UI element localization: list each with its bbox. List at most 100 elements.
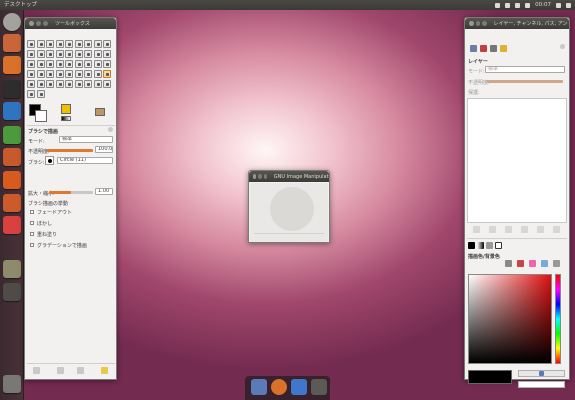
toolbox-titlebar[interactable]: ツールボックス bbox=[25, 18, 116, 29]
opacity-value[interactable]: 100.0 bbox=[95, 146, 113, 153]
minimize-button[interactable] bbox=[36, 21, 41, 26]
tool-button[interactable] bbox=[84, 70, 92, 78]
dash-home-icon[interactable] bbox=[3, 13, 21, 31]
tool-button[interactable] bbox=[27, 60, 35, 68]
tool-button[interactable] bbox=[27, 50, 35, 58]
minimize-button[interactable] bbox=[475, 21, 480, 26]
color-tab-fg[interactable] bbox=[468, 242, 475, 249]
tool-button[interactable] bbox=[103, 40, 111, 48]
settings-icon[interactable] bbox=[3, 216, 21, 234]
save-options-icon[interactable] bbox=[33, 367, 40, 374]
layer-mode-select[interactable]: 標準 bbox=[485, 66, 565, 73]
volume-icon[interactable] bbox=[525, 2, 531, 8]
tool-button[interactable] bbox=[36, 80, 45, 88]
gradient-swatch[interactable] bbox=[61, 116, 71, 121]
tool-button[interactable] bbox=[65, 50, 73, 58]
impress-icon[interactable] bbox=[3, 148, 21, 166]
tool-button[interactable] bbox=[84, 40, 92, 48]
tool-button[interactable] bbox=[46, 80, 54, 88]
tool-button[interactable] bbox=[55, 60, 64, 68]
restore-options-icon[interactable] bbox=[57, 367, 64, 374]
panel-menu-icon[interactable] bbox=[560, 44, 565, 49]
anchor-layer-icon[interactable] bbox=[537, 226, 544, 233]
tool-button[interactable] bbox=[36, 70, 45, 78]
layer-list[interactable] bbox=[467, 98, 567, 223]
gradient-checkbox[interactable] bbox=[30, 243, 34, 247]
new-layer-icon[interactable] bbox=[473, 226, 480, 233]
tool-button[interactable] bbox=[93, 40, 102, 48]
tool-button[interactable] bbox=[27, 40, 35, 48]
reset-options-icon[interactable] bbox=[101, 367, 108, 374]
software-center-icon[interactable] bbox=[3, 171, 21, 189]
raise-layer-icon[interactable] bbox=[489, 226, 496, 233]
triangle-icon[interactable] bbox=[529, 260, 536, 267]
color-tab-other[interactable] bbox=[495, 242, 502, 249]
tool-button[interactable] bbox=[55, 40, 64, 48]
workspace-switcher-icon[interactable] bbox=[3, 283, 21, 301]
dynamics-expander[interactable]: ブラシ描画の挙動 bbox=[28, 200, 68, 207]
ubuntu-one-icon[interactable] bbox=[3, 194, 21, 212]
layer-opacity-slider[interactable] bbox=[487, 80, 563, 83]
color-picker-area[interactable] bbox=[468, 274, 552, 364]
close-button[interactable] bbox=[29, 21, 34, 26]
image-thumbnail-icon[interactable] bbox=[95, 108, 105, 116]
image-window-titlebar[interactable]: GNU Image Manipulation Program bbox=[249, 171, 329, 182]
tab-layers[interactable] bbox=[470, 45, 477, 52]
size-value[interactable]: 1.00 bbox=[95, 188, 113, 195]
color-tab-gray[interactable] bbox=[477, 242, 484, 249]
close-button[interactable] bbox=[253, 174, 257, 179]
panel-menu-icon[interactable] bbox=[108, 127, 113, 132]
brush-preview[interactable] bbox=[45, 156, 54, 165]
tool-button[interactable] bbox=[74, 50, 83, 58]
tool-button[interactable] bbox=[27, 90, 35, 98]
tab-undo[interactable] bbox=[500, 45, 507, 52]
tool-button[interactable] bbox=[84, 60, 92, 68]
jitter-checkbox[interactable] bbox=[30, 221, 34, 225]
color-picker-icon[interactable] bbox=[539, 371, 544, 376]
file-manager-icon[interactable] bbox=[251, 379, 267, 395]
tool-button[interactable] bbox=[93, 70, 102, 78]
tab-paths[interactable] bbox=[490, 45, 497, 52]
trash-icon[interactable] bbox=[3, 375, 21, 393]
tool-button[interactable] bbox=[36, 40, 45, 48]
pattern-swatch[interactable] bbox=[61, 104, 71, 114]
tool-button[interactable] bbox=[93, 80, 102, 88]
scales-icon[interactable] bbox=[553, 260, 560, 267]
tool-button[interactable] bbox=[103, 70, 111, 78]
thunderbird-icon[interactable] bbox=[291, 379, 307, 395]
watercolor-icon[interactable] bbox=[541, 260, 548, 267]
color-tab-palette[interactable] bbox=[486, 242, 493, 249]
layers-titlebar[interactable]: レイヤー, チャンネル, パス, アンドゥ bbox=[465, 18, 569, 29]
tool-button[interactable] bbox=[103, 60, 111, 68]
tool-button[interactable] bbox=[93, 50, 102, 58]
fade-checkbox[interactable] bbox=[30, 210, 34, 214]
firefox-icon[interactable] bbox=[271, 379, 287, 395]
clock[interactable]: 00:07 bbox=[535, 0, 551, 10]
gimp-icon[interactable] bbox=[3, 260, 21, 278]
delete-layer-icon[interactable] bbox=[553, 226, 560, 233]
tool-button[interactable] bbox=[55, 80, 64, 88]
background-color-swatch[interactable] bbox=[35, 110, 47, 122]
tool-button[interactable] bbox=[103, 80, 111, 88]
tool-button[interactable] bbox=[84, 80, 92, 88]
network-icon[interactable] bbox=[505, 2, 511, 8]
tool-button[interactable] bbox=[27, 70, 35, 78]
tool-button[interactable] bbox=[36, 50, 45, 58]
tool-button[interactable] bbox=[46, 50, 54, 58]
files-icon[interactable] bbox=[3, 34, 21, 52]
tab-channels[interactable] bbox=[480, 45, 487, 52]
mail-icon[interactable] bbox=[495, 2, 501, 8]
maximize-button[interactable] bbox=[43, 21, 48, 26]
brush-name[interactable]: Circle (11) bbox=[57, 157, 113, 164]
tool-button[interactable] bbox=[46, 40, 54, 48]
gimp-icon[interactable] bbox=[311, 379, 327, 395]
tool-button[interactable] bbox=[55, 50, 64, 58]
cmyk-icon[interactable] bbox=[517, 260, 524, 267]
opacity-slider[interactable] bbox=[47, 149, 93, 152]
lower-layer-icon[interactable] bbox=[505, 226, 512, 233]
tool-button[interactable] bbox=[65, 40, 73, 48]
tool-button[interactable] bbox=[74, 70, 83, 78]
minimize-button[interactable] bbox=[258, 174, 262, 179]
size-slider[interactable] bbox=[49, 191, 93, 194]
hex-entry[interactable] bbox=[518, 381, 565, 388]
